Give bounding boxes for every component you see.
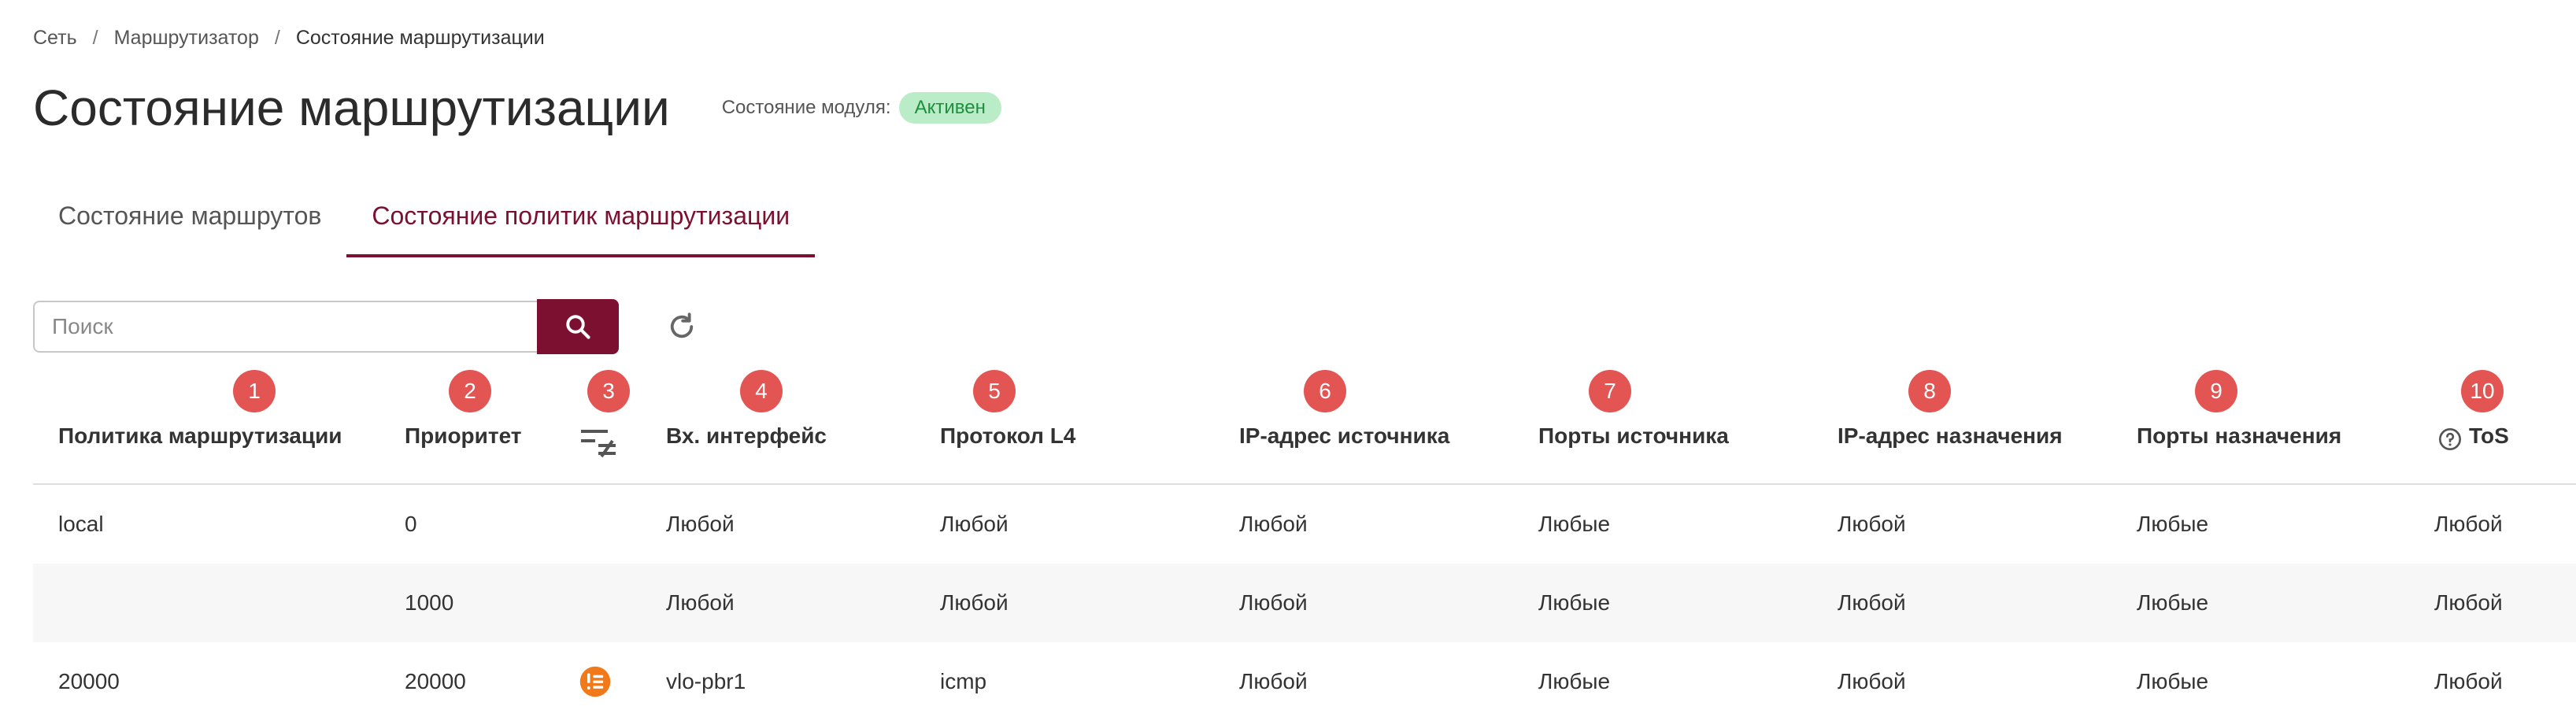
cell-src-ports: Любые (1538, 590, 1611, 615)
cell-dst-ip: Любой (1838, 669, 1906, 693)
column-marker: 8 (1908, 370, 1951, 412)
page-title: Состояние маршрутизации (33, 79, 670, 136)
tab-route-state[interactable]: Состояние маршрутов (33, 181, 346, 257)
cell-src-ports: Любые (1538, 669, 1611, 693)
cell-src-ip: Любой (1239, 590, 1308, 615)
title-row: Состояние маршрутизации Состояние модуля… (33, 79, 1001, 137)
column-marker: 7 (1589, 370, 1631, 412)
column-marker: 5 (973, 370, 1016, 412)
breadcrumb-separator: / (274, 27, 280, 49)
cell-policy: local (58, 512, 104, 536)
module-state-label: Состояние модуля: (721, 97, 891, 118)
cell-dst-ip: Любой (1838, 590, 1906, 615)
breadcrumb-item-router[interactable]: Маршрутизатор (114, 27, 259, 50)
column-label: Приоритет (405, 423, 522, 448)
not-equal-filter-icon (581, 430, 616, 458)
column-label: IP-адрес источника (1239, 423, 1450, 448)
policy-table: 1 Политика маршрутизации 2 Приоритет 3 4 (33, 370, 2576, 721)
cell-in-interface: Любой (666, 590, 735, 615)
column-label: Порты назначения (2137, 423, 2342, 448)
table-row[interactable]: 20000 20000 vlo-pbr1 icmp Любой Любые Лю… (33, 642, 2576, 721)
column-marker: 6 (1304, 370, 1346, 412)
cell-protocol-l4: Любой (940, 512, 1009, 536)
cell-priority: 20000 (405, 669, 466, 693)
cell-tos: Любой (2434, 512, 2503, 536)
cell-tos: Любой (2434, 590, 2503, 615)
column-label: ToS (2469, 423, 2509, 448)
cell-dst-ports: Любые (2137, 512, 2209, 536)
list-badge-icon (579, 666, 611, 697)
cell-tos: Любой (2434, 669, 2503, 693)
column-label: IP-адрес назначения (1838, 423, 2063, 448)
breadcrumb-item-network[interactable]: Сеть (33, 27, 77, 50)
cell-protocol-l4: icmp (940, 669, 987, 693)
cell-flag[interactable] (579, 642, 612, 721)
table-row[interactable]: 1000 Любой Любой Любой Любые Любой Любые… (33, 564, 2576, 642)
cell-dst-ports: Любые (2137, 669, 2209, 693)
column-label: Политика маршрутизации (58, 423, 342, 448)
cell-dst-ports: Любые (2137, 590, 2209, 615)
column-marker: 4 (740, 370, 783, 412)
column-marker: 3 (587, 370, 630, 412)
column-label: Вх. интерфейс (666, 423, 827, 448)
status-badge: Активен (898, 92, 1001, 124)
cell-priority: 0 (405, 512, 417, 536)
tabs: Состояние маршрутов Состояние политик ма… (33, 181, 816, 257)
cell-protocol-l4: Любой (940, 590, 1009, 615)
tab-policy-state[interactable]: Состояние политик маршрутизации (346, 181, 816, 257)
breadcrumb-separator: / (92, 27, 98, 49)
search-button[interactable] (537, 299, 619, 354)
cell-src-ports: Любые (1538, 512, 1611, 536)
breadcrumb: Сеть / Маршрутизатор / Состояние маршрут… (33, 27, 545, 50)
table-row[interactable]: local 0 Любой Любой Любой Любые Любой Лю… (33, 485, 2576, 564)
cell-in-interface: vlo-pbr1 (666, 669, 746, 693)
search-icon (566, 315, 590, 339)
cell-priority: 1000 (405, 590, 454, 615)
search-bar (33, 299, 619, 354)
column-marker: 10 (2461, 370, 2504, 412)
column-marker: 2 (449, 370, 491, 412)
column-marker: 1 (233, 370, 276, 412)
refresh-icon (670, 312, 694, 338)
column-label: Протокол L4 (940, 423, 1076, 448)
page: Сеть / Маршрутизатор / Состояние маршрут… (0, 0, 2576, 716)
table-header: 1 Политика маршрутизации 2 Приоритет 3 4 (33, 370, 2576, 485)
search-input[interactable] (33, 301, 537, 353)
breadcrumb-item-current: Состояние маршрутизации (295, 27, 545, 49)
cell-in-interface: Любой (666, 512, 735, 536)
cell-dst-ip: Любой (1838, 512, 1906, 536)
question-circle-icon[interactable] (2437, 427, 2463, 452)
column-marker: 9 (2195, 370, 2237, 412)
cell-src-ip: Любой (1239, 512, 1308, 536)
cell-policy: 20000 (58, 669, 120, 693)
refresh-button[interactable] (660, 307, 704, 346)
cell-src-ip: Любой (1239, 669, 1308, 693)
column-label: Порты источника (1538, 423, 1729, 448)
module-state: Состояние модуля: Активен (722, 92, 1001, 124)
